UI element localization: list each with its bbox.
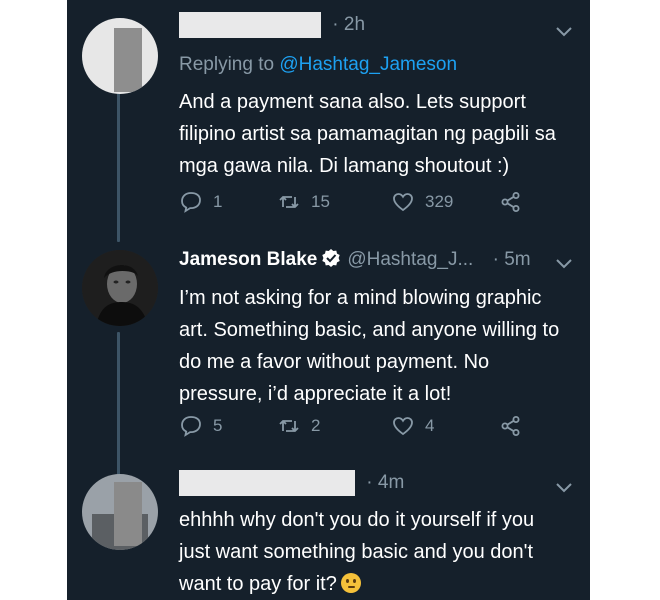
reply-icon — [181, 192, 201, 213]
reply-count: 1 — [213, 192, 223, 211]
retweet-button[interactable]: 15 — [277, 190, 330, 214]
share-button[interactable] — [499, 414, 523, 438]
redacted-name — [179, 12, 321, 38]
tweet-thread: · 2h Replying to @Hashtag_Jameson And a … — [67, 0, 590, 600]
avatar-redacted[interactable] — [82, 474, 158, 550]
tweet-text-line: ehhhh why don't you do it yourself if yo… — [179, 509, 535, 531]
tweet-time: · 2h — [332, 14, 366, 36]
tweet-text-line: And a payment sana also. Lets support — [179, 91, 526, 113]
author-handle[interactable]: @Hashtag_J... — [347, 249, 473, 270]
heart-icon — [393, 193, 413, 212]
retweet-count: 15 — [311, 192, 330, 211]
tweet-text-line: do me a favor without payment. No — [179, 351, 490, 373]
tweet-text: ehhhh why don't you do it yourself if yo… — [179, 504, 534, 600]
heart-icon — [393, 417, 413, 436]
tweet-actions: 5 2 4 — [179, 414, 520, 442]
verified-badge-icon — [322, 249, 341, 267]
thread-connector — [117, 92, 120, 242]
redaction-block — [114, 482, 142, 546]
avatar-redacted[interactable] — [82, 18, 158, 94]
tweet-text: I’m not asking for a mind blowing graphi… — [179, 282, 559, 410]
retweet-button[interactable]: 2 — [277, 414, 320, 438]
like-button[interactable]: 4 — [391, 414, 434, 438]
like-button[interactable]: 329 — [391, 190, 453, 214]
reply-button[interactable]: 1 — [179, 190, 222, 214]
retweet-icon — [279, 420, 299, 432]
tweet-time: · 5m — [492, 249, 531, 270]
tweet-header: · 4m — [179, 470, 404, 496]
like-count: 329 — [425, 192, 454, 211]
tweet-text-line: just want something basic and you don't — [179, 541, 534, 563]
tweet-text-line: mga gawa nila. Di lamang shoutout :) — [179, 155, 510, 177]
share-icon — [501, 192, 520, 212]
thread-connector — [117, 332, 120, 478]
tweet-text-line: want to pay for it? — [179, 573, 337, 595]
profile-photo — [82, 250, 158, 326]
tweet-text: And a payment sana also. Lets support fi… — [179, 86, 556, 182]
share-button[interactable] — [499, 190, 523, 214]
replying-to-handle-link[interactable]: @Hashtag_Jameson — [279, 54, 457, 75]
avatar-jameson-blake[interactable] — [82, 250, 158, 326]
retweet-icon — [279, 196, 299, 208]
tweet-time: · 4m — [366, 472, 405, 494]
tweet-text-line: pressure, i’d appreciate it a lot! — [179, 383, 452, 405]
tweet-text-line: I’m not asking for a mind blowing graphi… — [179, 287, 542, 309]
tweet-header: Jameson Blake @Hashtag_J... · 5m — [179, 248, 531, 271]
tweet-header: · 2h — [179, 12, 365, 38]
redacted-name — [179, 470, 355, 496]
tweet-text-line: filipino artist sa pamamagitan ng pagbil… — [179, 123, 556, 145]
redaction-block — [114, 28, 142, 92]
chevron-down-icon[interactable] — [555, 258, 573, 270]
confused-face-emoji — [340, 573, 361, 593]
tweet-actions: 1 15 329 — [179, 190, 520, 218]
reply-icon — [181, 416, 201, 437]
chevron-down-icon[interactable] — [555, 482, 573, 494]
reply-count: 5 — [213, 416, 223, 435]
share-icon — [501, 416, 520, 436]
tweet-text-line: art. Something basic, and anyone willing… — [179, 319, 560, 341]
author-name[interactable]: Jameson Blake — [179, 249, 317, 270]
chevron-down-icon[interactable] — [555, 26, 573, 38]
replying-to: Replying to @Hashtag_Jameson — [179, 54, 457, 76]
replying-to-label: Replying to — [179, 54, 280, 75]
like-count: 4 — [425, 416, 435, 435]
retweet-count: 2 — [311, 416, 321, 435]
tweet-text-line-with-emoji: want to pay for it? — [179, 568, 534, 600]
reply-button[interactable]: 5 — [179, 414, 222, 438]
